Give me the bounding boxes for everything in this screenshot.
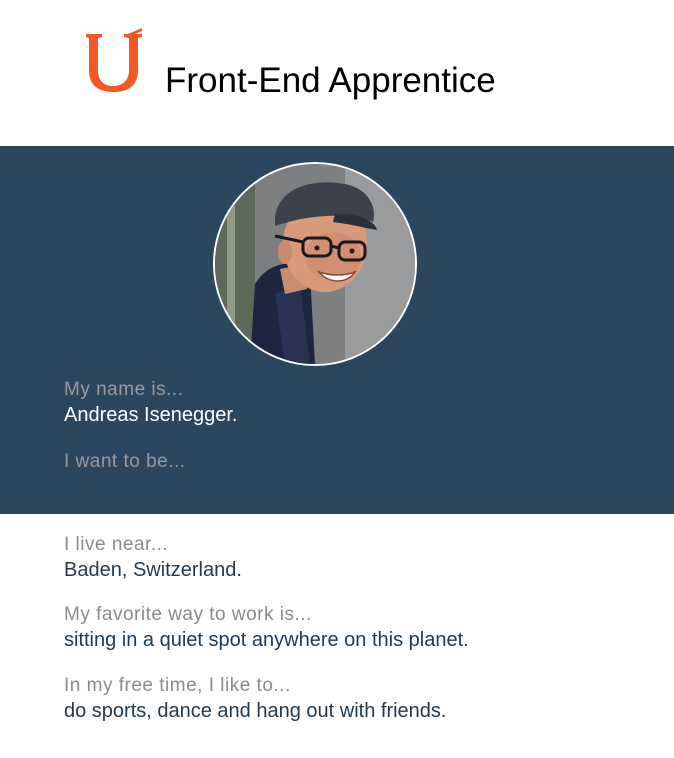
- goal-label: I want to be...: [64, 451, 186, 472]
- name-label: My name is...: [64, 379, 184, 400]
- name-section: My name is... Andreas Isenegger.: [64, 378, 237, 428]
- page-header: Front-End Apprentice: [0, 0, 674, 146]
- free-time-section: In my free time, I like to... do sports,…: [64, 674, 446, 724]
- work-style-label: My favorite way to work is...: [64, 604, 312, 625]
- profile-photo: [213, 162, 417, 366]
- work-style-section: My favorite way to work is... sitting in…: [64, 603, 469, 653]
- location-value: Baden, Switzerland.: [64, 559, 242, 581]
- profile-details: I live near... Baden, Switzerland. My fa…: [0, 514, 674, 758]
- udacity-u-logo-icon: [84, 26, 144, 96]
- site-title: Front-End Apprentice: [165, 61, 496, 100]
- work-style-value: sitting in a quiet spot anywhere on this…: [64, 629, 469, 651]
- name-value: Andreas Isenegger.: [64, 404, 238, 426]
- free-time-label: In my free time, I like to...: [64, 675, 291, 696]
- goal-section: I want to be...: [64, 450, 186, 474]
- location-section: I live near... Baden, Switzerland.: [64, 533, 242, 583]
- profile-hero: My name is... Andreas Isenegger. I want …: [0, 146, 674, 514]
- free-time-value: do sports, dance and hang out with frien…: [64, 700, 447, 722]
- location-label: I live near...: [64, 534, 169, 555]
